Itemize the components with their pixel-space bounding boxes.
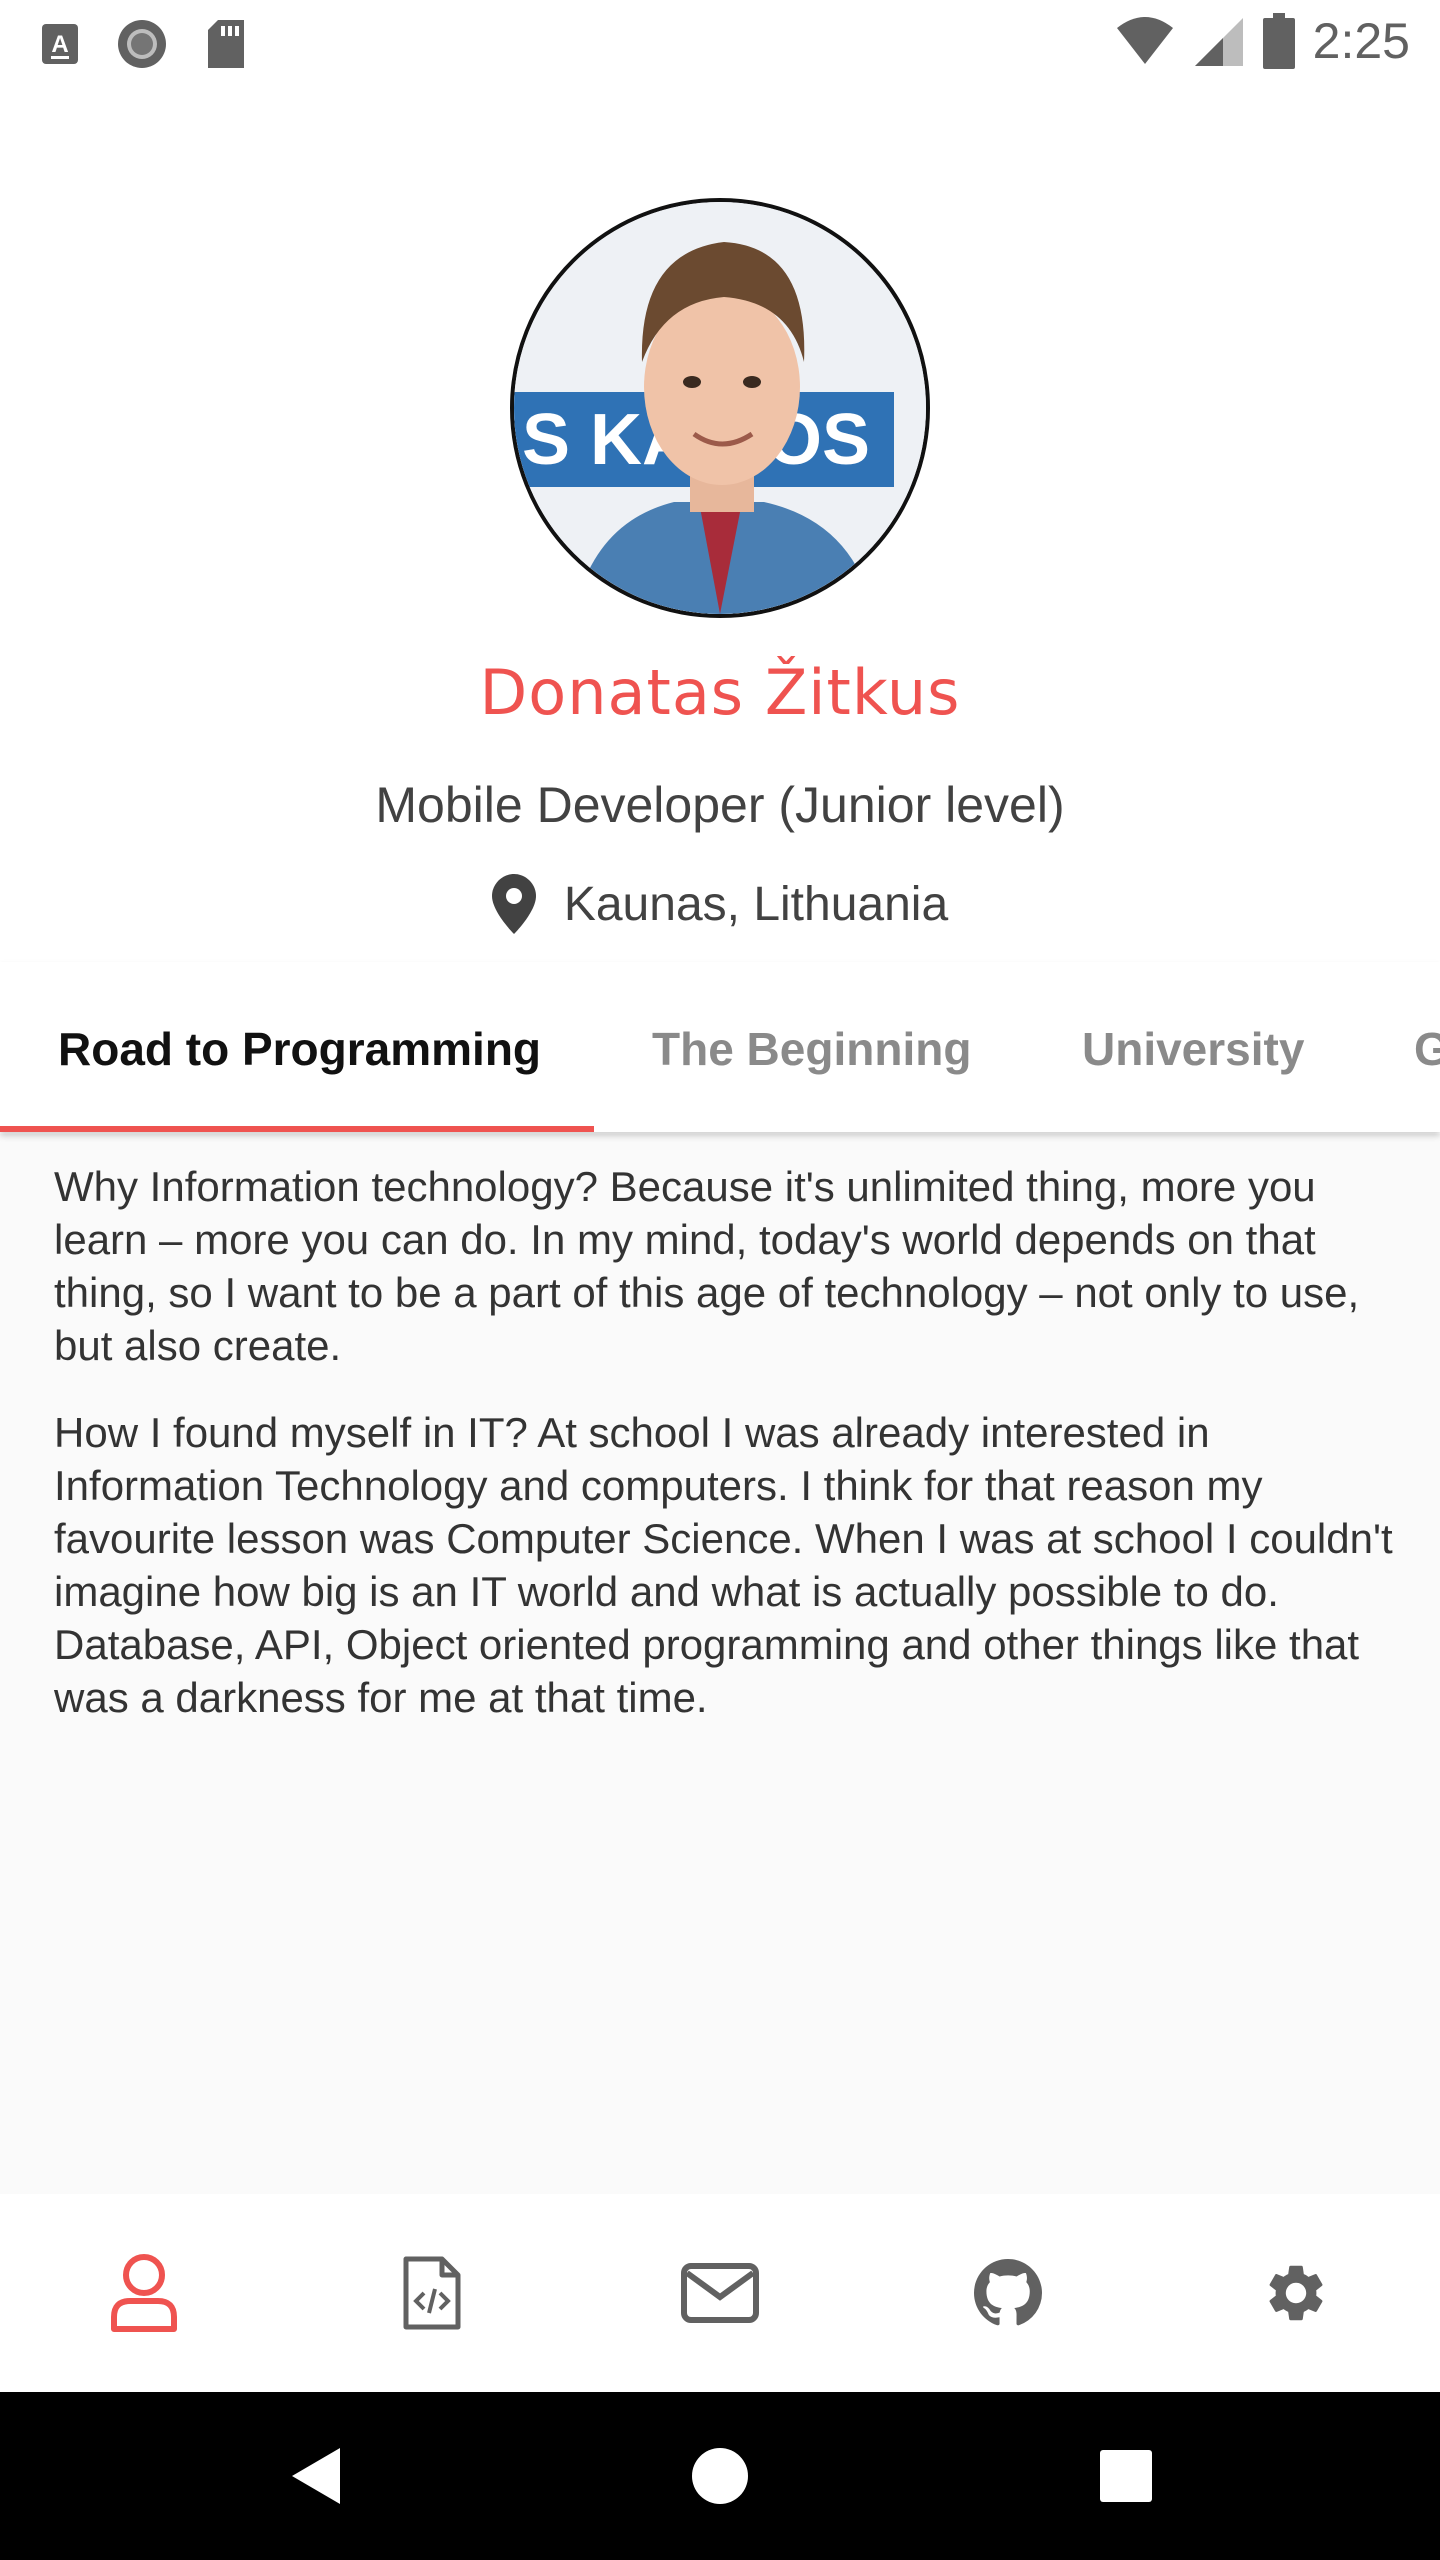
nav-profile[interactable] [0, 2194, 288, 2392]
github-icon [974, 2259, 1042, 2326]
system-home-button[interactable] [650, 2392, 790, 2560]
wifi-icon [1116, 17, 1173, 64]
profile-icon [111, 2254, 177, 2332]
cell-signal-icon [1194, 18, 1243, 66]
bottom-navigation [0, 2194, 1440, 2392]
battery-icon [1262, 13, 1295, 69]
back-icon [292, 2448, 340, 2504]
nav-contact[interactable] [576, 2194, 864, 2392]
paragraph: Why Information technology? Because it's… [54, 1163, 1360, 1369]
tab-g[interactable]: G [1414, 1022, 1440, 1076]
status-bar-left: A [40, 18, 248, 70]
tab-road-to-programming[interactable]: Road to Programming [58, 1022, 541, 1076]
settings-gear-icon [1269, 2265, 1323, 2321]
tab-content: Why Information technology? Because it's… [54, 1160, 1394, 1758]
avatar[interactable]: S KAR OS [510, 198, 930, 618]
app-screen: A 2:25 S OS Donatas Žitkus Mobile Develo… [0, 0, 1440, 2560]
tab-indicator [0, 1126, 594, 1132]
location-pin-icon [491, 874, 536, 934]
status-bar-right: 2:25 [1115, 12, 1410, 70]
tab-university[interactable]: University [1082, 1022, 1304, 1076]
profile-role: Mobile Developer (Junior level) [375, 777, 1065, 833]
nav-settings[interactable] [1152, 2194, 1440, 2392]
tab-the-beginning[interactable]: The Beginning [652, 1022, 971, 1076]
circle-app-icon [118, 20, 166, 68]
paragraph: How I found myself in IT? At school I wa… [54, 1409, 1393, 1721]
system-back-button[interactable] [246, 2392, 386, 2560]
recents-icon [1100, 2450, 1152, 2502]
profile-name: Donatas Žitkus [479, 656, 961, 729]
code-file-icon [403, 2256, 461, 2330]
system-navigation-bar [0, 2392, 1440, 2560]
location-text: Kaunas, Lithuania [563, 877, 949, 931]
mail-icon [681, 2263, 759, 2323]
home-icon [692, 2448, 748, 2504]
avatar-photo: S KAR OS [514, 202, 926, 614]
nav-github[interactable] [864, 2194, 1152, 2392]
sd-card-icon [208, 20, 244, 68]
status-time: 2:25 [1312, 13, 1410, 69]
system-recents-button[interactable] [1056, 2392, 1196, 2560]
svg-text:A: A [51, 31, 68, 58]
a-notification-icon: A [42, 24, 78, 64]
nav-projects[interactable] [288, 2194, 576, 2392]
tab-bar: Road to Programming The Beginning Univer… [0, 962, 1440, 1132]
status-bar: A 2:25 [0, 0, 1440, 84]
profile-location: Kaunas, Lithuania [0, 874, 1440, 934]
